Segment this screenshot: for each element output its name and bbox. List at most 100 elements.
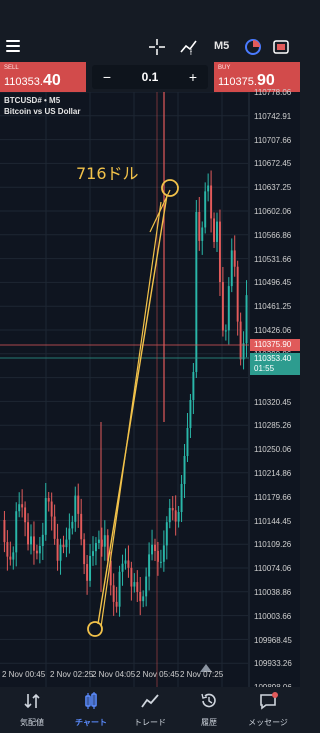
price-tick-label: 110496.45 (254, 278, 292, 288)
candlestick-chart[interactable] (0, 92, 300, 687)
candle-body (165, 522, 168, 546)
annotation-line (97, 194, 168, 625)
candle-body (21, 504, 24, 508)
candle-body (136, 582, 139, 592)
nav-quotes[interactable]: 気配値 (2, 687, 62, 733)
candle-body (210, 185, 213, 219)
lot-value[interactable]: 0.1 (122, 65, 178, 89)
candle-body (127, 560, 130, 568)
candle-body (245, 295, 248, 344)
price-tick-label: 110038.86 (254, 588, 292, 597)
candle-body (103, 535, 106, 547)
price-tick-label: 109968.45 (254, 635, 292, 645)
candle-body (24, 507, 27, 523)
candle-body (115, 601, 118, 607)
candle-body (224, 330, 227, 332)
candle-body (201, 227, 204, 241)
nav-history[interactable]: 履歴 (179, 687, 239, 733)
candle-body (59, 544, 62, 561)
price-tick-label: 110179.66 (254, 492, 292, 502)
objects-icon[interactable] (244, 38, 262, 56)
candle-body (56, 538, 59, 561)
candle-body (195, 212, 198, 372)
sell-label: SELL (4, 65, 19, 71)
menu-icon[interactable] (6, 40, 20, 52)
candle-body (12, 552, 15, 560)
nav-chart-label: チャート (75, 718, 107, 727)
candle-body (139, 592, 142, 602)
top-toolbar: f M5 (0, 0, 300, 62)
candle-body (18, 504, 21, 512)
candle-body (133, 582, 136, 587)
nav-messages-label: メッセージ (248, 718, 288, 727)
price-tick-label: 110742.91 (254, 111, 292, 121)
candle-body (68, 528, 71, 540)
candle-body (94, 543, 97, 552)
nav-chart[interactable]: チャート (61, 687, 121, 733)
candle-body (50, 501, 53, 517)
candle-body (213, 218, 216, 242)
candle-body (9, 556, 12, 560)
sell-button[interactable]: SELL 110353.40 (0, 62, 86, 92)
history-icon (201, 693, 216, 708)
candle-body (207, 185, 210, 192)
candle-body (118, 571, 121, 607)
candle-body (186, 428, 189, 456)
chart-icon (85, 692, 97, 709)
price-tick-label: 110320.45 (254, 397, 292, 407)
lot-decrease-button[interactable]: − (92, 65, 122, 89)
nav-trade[interactable]: トレード (120, 687, 180, 733)
candle-body (3, 520, 6, 543)
price-tick-label: 110285.26 (254, 421, 292, 431)
candle-body (148, 554, 151, 577)
bid-price-label: 110375.90 (250, 339, 300, 351)
candle-body (236, 266, 239, 322)
candle-body (162, 545, 165, 562)
lot-increase-button[interactable]: + (178, 65, 208, 89)
candle-body (53, 516, 56, 539)
candle-body (218, 221, 221, 282)
price-tick-label: 110109.26 (254, 540, 292, 550)
candle-body (35, 550, 38, 554)
time-tick-label: 2 Nov 02:25 (50, 670, 94, 679)
price-tick-label: 110144.45 (254, 516, 292, 526)
candle-body (89, 555, 92, 581)
candle-body (77, 495, 80, 514)
price-tick-label: 110672.45 (254, 159, 292, 169)
sell-price: 110353.40 (4, 72, 61, 89)
candle-body (92, 551, 94, 556)
svg-text:f: f (190, 50, 192, 56)
price-tick-label: 110566.86 (254, 230, 292, 240)
candle-body (242, 343, 245, 360)
crosshair-icon[interactable] (148, 38, 166, 56)
trade-account-icon[interactable] (272, 38, 290, 56)
price-tick-label: 110426.06 (254, 326, 292, 335)
nav-history-label: 履歴 (201, 718, 217, 727)
price-tick-label: 110707.66 (254, 135, 292, 145)
candle-body (151, 544, 154, 555)
candle-body (183, 456, 186, 484)
handwritten-annotation: 716ドル (76, 164, 139, 183)
price-tick-label: 110602.06 (254, 207, 292, 216)
timeframe-button[interactable]: M5 (214, 40, 229, 52)
candle-body (159, 561, 162, 563)
candle-body (86, 564, 89, 581)
time-tick-label: 2 Nov 05:45 (136, 670, 180, 679)
candle-body (15, 511, 18, 553)
trade-icon (141, 694, 159, 708)
quotes-icon (24, 693, 40, 709)
candle-body (171, 508, 174, 511)
indicators-icon[interactable]: f (180, 38, 198, 56)
price-tick-label: 110214.86 (254, 469, 292, 478)
candle-body (83, 539, 86, 565)
candle-body (47, 498, 50, 502)
candle-body (189, 400, 192, 428)
price-tick-label: 110461.25 (254, 302, 292, 312)
nav-messages[interactable]: メッセージ (238, 687, 298, 733)
candle-body (65, 539, 68, 548)
ask-price: 110353.40 (254, 354, 292, 363)
candle-body (168, 508, 171, 523)
chart-area[interactable] (0, 92, 300, 687)
candle-body (174, 510, 177, 522)
candle-body (177, 512, 180, 522)
